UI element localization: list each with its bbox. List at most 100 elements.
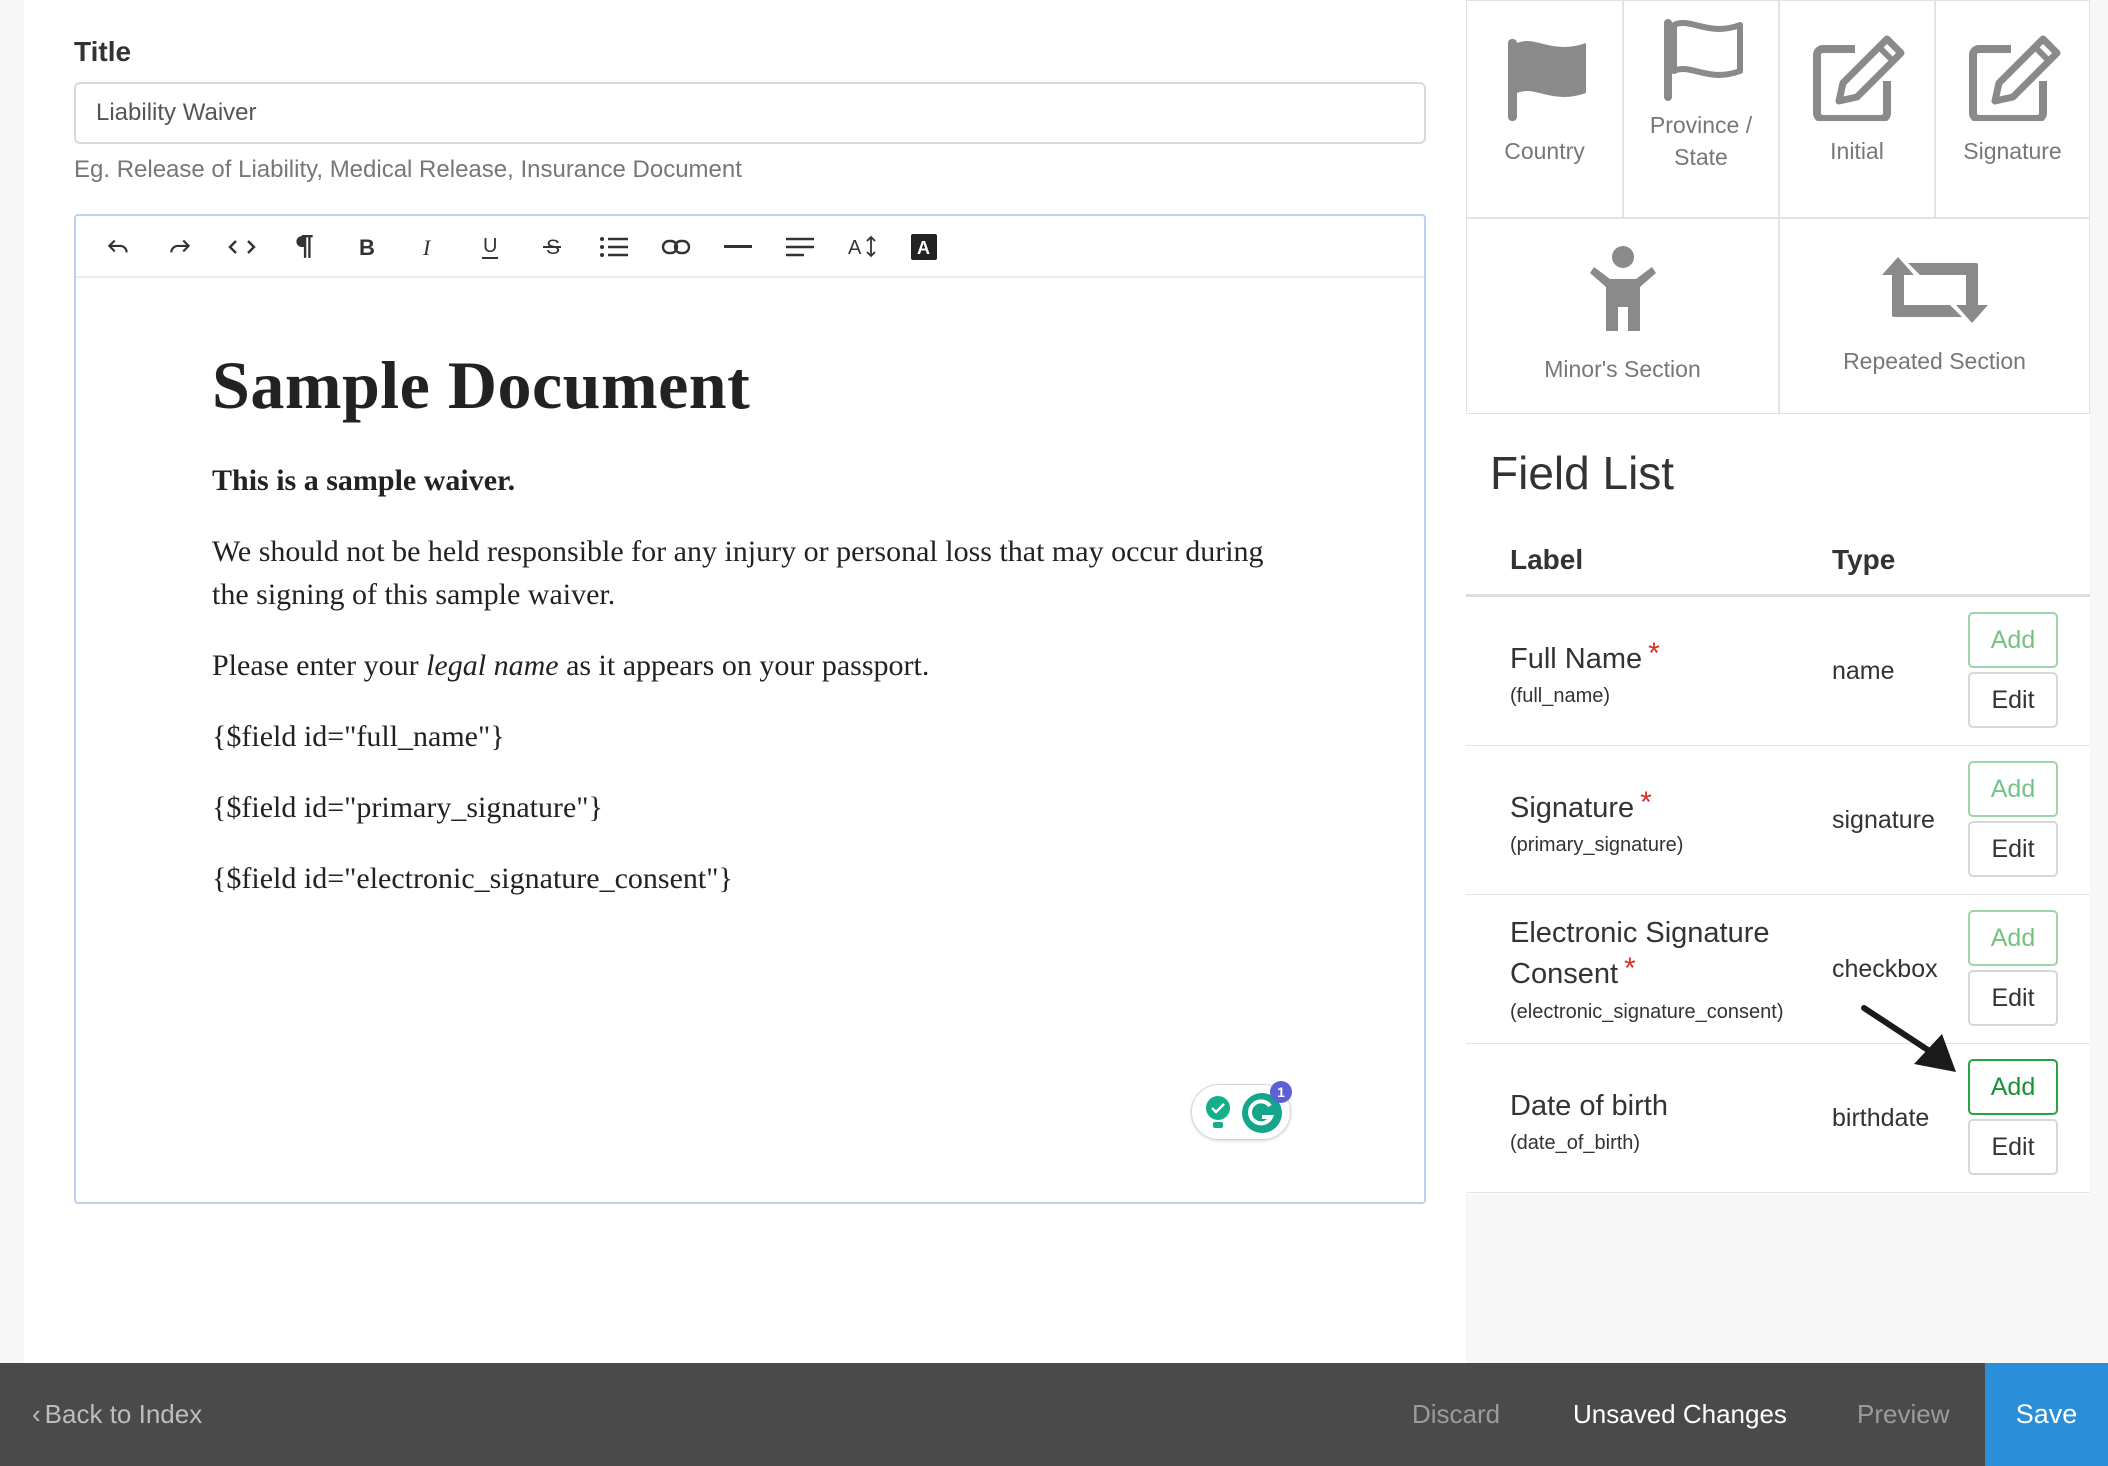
tile-label: Province / State (1649, 112, 1753, 170)
field-id: (primary_signature) (1510, 834, 1684, 856)
retweet-icon (1881, 257, 1988, 323)
undo-icon[interactable] (92, 228, 144, 266)
document-body[interactable]: Sample Document This is a sample waiver.… (212, 346, 1272, 928)
field-id: (date_of_birth) (1510, 1132, 1641, 1154)
field-row-signature: Signature * (primary_signature) signature… (1466, 746, 2090, 895)
svg-text:I: I (422, 235, 432, 259)
text-span: as it appears on your passport. (558, 649, 930, 682)
font-size-icon[interactable]: A (836, 228, 888, 266)
field-placeholder-consent: {$field id="electronic_signature_consent… (212, 862, 733, 895)
field-type: name (1832, 657, 1895, 685)
rich-text-editor[interactable]: B I U S A A Sample Document This is a sa… (74, 214, 1426, 1204)
code-icon[interactable] (216, 228, 268, 266)
field-type-tiles: Country Province / State Initial Signatu… (1466, 0, 2090, 414)
field-type: checkbox (1832, 955, 1938, 983)
title-label: Title (74, 36, 132, 67)
bullet-list-icon[interactable] (588, 228, 640, 266)
edit-button[interactable]: Edit (1968, 970, 2058, 1026)
field-label: Signature * (1510, 786, 1652, 829)
tile-label: Initial (1830, 138, 1884, 164)
tile-minors-section[interactable]: Minor's Section (1466, 218, 1779, 414)
add-button[interactable]: Add (1968, 910, 2058, 966)
tile-label: Minor's Section (1544, 356, 1701, 382)
redo-icon[interactable] (154, 228, 206, 266)
edit-button[interactable]: Edit (1968, 821, 2058, 877)
emphasis-text: legal name (426, 649, 559, 682)
footer-bar: ‹ Back to Index Discard Unsaved Changes P… (0, 1363, 2108, 1466)
preview-button[interactable]: Preview (1857, 1399, 1949, 1430)
document-lead: This is a sample waiver. (212, 464, 516, 497)
field-row-date-of-birth: Date of birth (date_of_birth) birthdate … (1466, 1044, 2090, 1193)
field-list-title: Field List (1490, 447, 1675, 499)
unsaved-status: Unsaved Changes (1573, 1399, 1787, 1429)
tile-label: Signature (1963, 138, 2062, 164)
required-marker: * (1640, 786, 1652, 819)
svg-text:U: U (483, 235, 497, 257)
bold-icon[interactable]: B (340, 228, 392, 266)
paragraph-icon[interactable] (278, 228, 330, 266)
chevron-left-icon: ‹ (32, 1399, 41, 1429)
tile-country[interactable]: Country (1466, 0, 1623, 218)
document-paragraph: We should not be held responsible for an… (212, 535, 1264, 611)
underline-icon[interactable]: U (464, 228, 516, 266)
grammarly-widget[interactable]: 1 (1191, 1081, 1292, 1140)
edit-icon (1813, 35, 1905, 121)
document-paragraph-name: Please enter your legal name as it appea… (212, 644, 1272, 687)
add-button[interactable]: Add (1968, 1059, 2058, 1115)
edit-button[interactable]: Edit (1968, 1119, 2058, 1175)
field-list-panel: Field List Label Type Full Name * (full_n… (1466, 414, 2090, 1194)
field-label: Electronic Signature Consent * (1510, 913, 1770, 995)
editor-toolbar: B I U S A A (76, 216, 1424, 278)
back-label: Back to Index (44, 1399, 203, 1429)
svg-text:A: A (848, 237, 862, 259)
field-type: birthdate (1832, 1104, 1930, 1132)
field-label: Date of birth (1510, 1090, 1668, 1122)
notification-badge: 1 (1270, 1081, 1292, 1103)
italic-icon[interactable]: I (402, 228, 454, 266)
field-label: Full Name * (1510, 637, 1660, 680)
column-header-label: Label (1510, 544, 1584, 575)
field-placeholder-full-name: {$field id="full_name"} (212, 720, 505, 753)
text-span: Please enter your (212, 649, 427, 682)
link-icon[interactable] (650, 228, 702, 266)
field-label-text: Electronic Signature (1510, 917, 1770, 949)
edit-icon (1968, 35, 2060, 121)
field-placeholder-signature: {$field id="primary_signature"} (212, 791, 603, 824)
field-label-text: Full Name (1510, 643, 1643, 675)
title-input[interactable] (74, 82, 1426, 144)
editor-main: Title Eg. Release of Liability, Medical … (24, 0, 1466, 1363)
title-help-text: Eg. Release of Liability, Medical Releas… (74, 156, 742, 183)
tile-label: Country (1504, 138, 1585, 164)
field-id: (electronic_signature_consent) (1510, 1001, 1784, 1023)
horizontal-rule-icon[interactable] (712, 228, 764, 266)
strikethrough-icon[interactable]: S (526, 228, 578, 266)
required-marker: * (1624, 952, 1636, 985)
field-id: (full_name) (1510, 685, 1611, 707)
svg-text:A: A (917, 238, 930, 258)
field-label-text: Consent (1510, 958, 1619, 990)
document-heading: Sample Document (212, 347, 751, 423)
tile-province-state[interactable]: Province / State (1623, 0, 1779, 218)
tile-label: Repeated Section (1843, 348, 2026, 374)
add-button[interactable]: Add (1968, 761, 2058, 817)
add-button[interactable]: Add (1968, 612, 2058, 668)
tile-initial[interactable]: Initial (1779, 0, 1935, 218)
field-row-consent: Electronic Signature Consent * (electronic… (1466, 895, 2090, 1044)
svg-text:B: B (359, 235, 375, 259)
column-header-type: Type (1832, 544, 1896, 575)
text-color-icon[interactable]: A (898, 228, 950, 266)
tile-repeated-section[interactable]: Repeated Section (1779, 218, 2090, 414)
field-row-full-name: Full Name * (full_name) name Add Edit (1466, 597, 2090, 746)
tile-signature[interactable]: Signature (1935, 0, 2090, 218)
align-icon[interactable] (774, 228, 826, 266)
edit-button[interactable]: Edit (1968, 672, 2058, 728)
annotation-arrow-icon (1861, 1005, 1956, 1072)
field-type: signature (1832, 806, 1935, 834)
field-label-text: Signature (1510, 792, 1635, 824)
discard-button[interactable]: Discard (1412, 1399, 1500, 1430)
save-button[interactable]: Save (1985, 1363, 2108, 1466)
flag-outline-icon (1664, 19, 1743, 101)
bulb-icon (1206, 1096, 1230, 1128)
required-marker: * (1648, 637, 1660, 670)
back-to-index-link[interactable]: ‹ Back to Index (32, 1399, 202, 1430)
